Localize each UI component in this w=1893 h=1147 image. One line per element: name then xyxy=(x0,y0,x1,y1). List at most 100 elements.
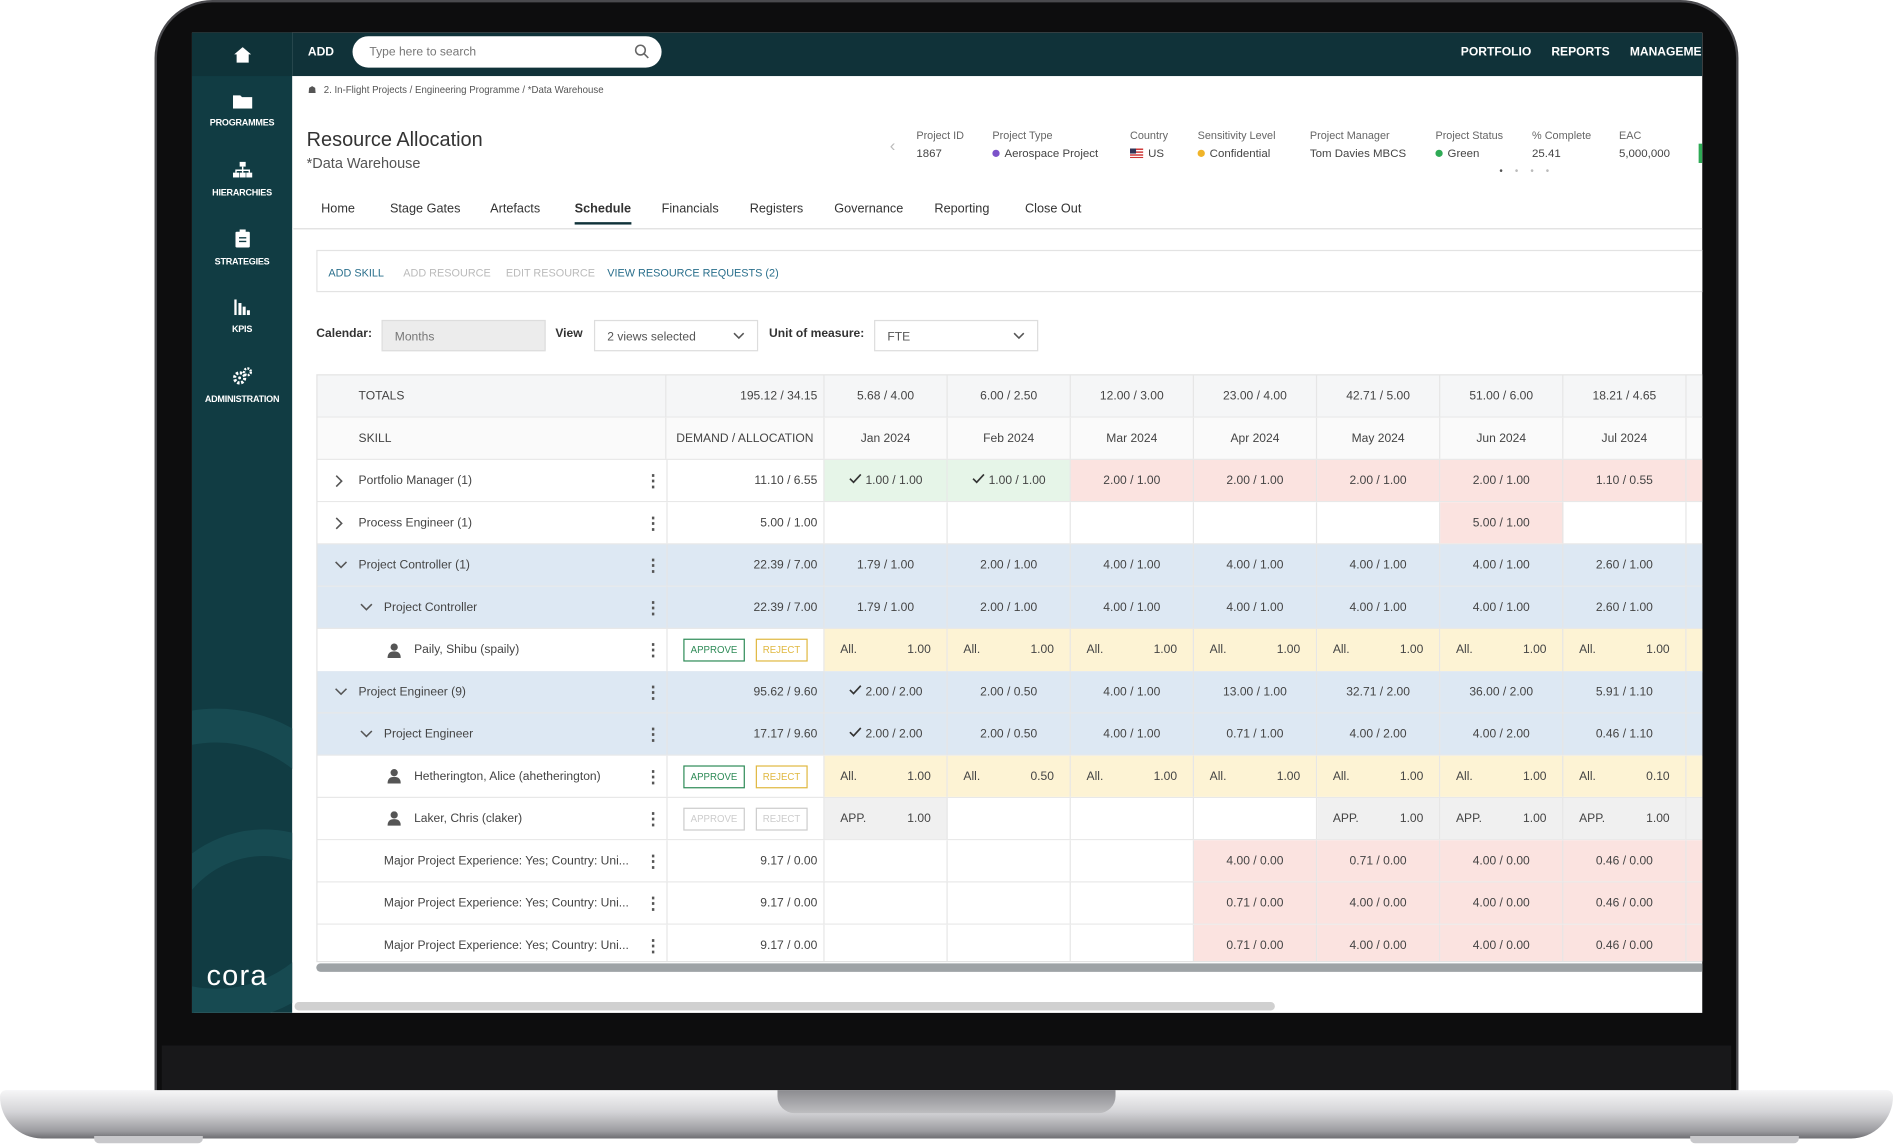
month-total: 5.68 / 4.00 xyxy=(825,375,948,417)
breadcrumb-text[interactable]: 2. In-Flight Projects / Engineering Prog… xyxy=(324,85,604,96)
month-cell: 0.46 / 0.00 xyxy=(1563,882,1687,924)
calendar-field[interactable]: Months xyxy=(381,319,546,352)
tab-schedule[interactable]: Schedule xyxy=(574,202,632,225)
allocation-value[interactable]: 1.00 xyxy=(1400,812,1424,825)
tab-stage-gates[interactable]: Stage Gates xyxy=(390,202,460,216)
allocation-value[interactable]: 1.00 xyxy=(907,812,931,825)
tab-governance[interactable]: Governance xyxy=(834,202,903,216)
skill-cell: Project Controller (1) ⋮ xyxy=(318,544,667,585)
approve-button[interactable]: APPROVE xyxy=(683,764,745,788)
kebab-menu-icon[interactable]: ⋮ xyxy=(645,840,662,881)
kebab-menu-icon[interactable]: ⋮ xyxy=(645,671,662,712)
home-button[interactable] xyxy=(191,32,293,77)
sidebar-item-administration[interactable]: ADMINISTRATION xyxy=(192,351,292,420)
allocation-value[interactable]: 0.10 xyxy=(1646,770,1670,783)
allocation-value[interactable]: 1.00 xyxy=(1400,643,1424,656)
view-select[interactable]: 2 views selected xyxy=(593,319,759,352)
demand-cell: 17.17 / 9.60 xyxy=(666,713,825,755)
allocation-value[interactable]: 1.00 xyxy=(907,643,931,656)
cell-value: 4.00 / 1.00 xyxy=(1349,600,1407,614)
kebab-menu-icon[interactable]: ⋮ xyxy=(645,925,662,961)
sidebar-item-kpis[interactable]: KPIS xyxy=(192,283,292,352)
allocation-value[interactable]: 1.00 xyxy=(1523,770,1547,783)
allocation-value[interactable]: 1.00 xyxy=(907,770,931,783)
allocation-value[interactable]: 1.00 xyxy=(1030,643,1054,656)
meta-prev-arrow[interactable]: ‹ xyxy=(890,135,896,154)
meta-label: Project Status xyxy=(1435,129,1504,142)
page-horizontal-scrollbar[interactable] xyxy=(294,1002,1275,1011)
tab-registers[interactable]: Registers xyxy=(750,202,804,216)
tab-reporting[interactable]: Reporting xyxy=(934,202,989,216)
allocation-value[interactable]: 1.00 xyxy=(1646,643,1670,656)
menu-portfolio[interactable]: PORTFOLIO xyxy=(1461,46,1531,59)
edit-resource-button[interactable]: EDIT RESOURCE xyxy=(506,267,595,279)
cell-value: 1.79 / 1.00 xyxy=(856,600,915,614)
skill-name: Laker, Chris (claker) xyxy=(414,811,523,826)
person-icon xyxy=(387,798,401,839)
sidebar-item-strategies[interactable]: STRATEGIES xyxy=(192,214,292,283)
cell-value: 1.00 / 1.00 xyxy=(865,473,923,488)
allocation-value[interactable]: 1.00 xyxy=(1277,770,1301,783)
menu-reports[interactable]: REPORTS xyxy=(1551,46,1609,59)
grid-horizontal-scrollbar[interactable] xyxy=(316,963,1703,972)
tab-home[interactable]: Home xyxy=(321,202,355,216)
month-cell: All. 0.10 xyxy=(1563,755,1687,797)
search-icon[interactable] xyxy=(634,43,650,59)
allocation-value[interactable]: 1.00 xyxy=(1154,643,1178,656)
add-resource-button[interactable]: ADD RESOURCE xyxy=(403,267,491,279)
kebab-menu-icon[interactable]: ⋮ xyxy=(645,544,662,585)
allocation-value[interactable]: 1.00 xyxy=(1523,643,1547,656)
tab-close-out[interactable]: Close Out xyxy=(1025,202,1081,216)
allocation-value[interactable]: 1.00 xyxy=(1646,812,1670,825)
cell-value: 2.00 / 0.50 xyxy=(980,685,1038,699)
add-skill-button[interactable]: ADD SKILL xyxy=(328,267,384,279)
month-cell: 2.00 / 2.00 xyxy=(825,671,948,713)
kebab-menu-icon[interactable]: ⋮ xyxy=(645,713,662,754)
view-resource-requests-button[interactable]: VIEW RESOURCE REQUESTS (2) xyxy=(607,267,778,279)
kebab-menu-icon[interactable]: ⋮ xyxy=(645,587,662,628)
chevron-down-icon[interactable] xyxy=(334,544,348,585)
sidebar-item-hierarchies[interactable]: HIERARCHIES xyxy=(192,145,292,214)
chevron-down-icon[interactable] xyxy=(360,587,373,628)
approve-button[interactable]: APPROVE xyxy=(683,807,745,830)
chevron-right-icon[interactable] xyxy=(334,502,344,543)
home-small-icon[interactable]: ☗ xyxy=(308,85,317,96)
kebab-menu-icon[interactable]: ⋮ xyxy=(645,756,662,797)
kebab-menu-icon[interactable]: ⋮ xyxy=(645,798,662,839)
kebab-menu-icon[interactable]: ⋮ xyxy=(645,883,662,924)
chevron-down-icon[interactable] xyxy=(360,713,373,754)
approve-button[interactable]: APPROVE xyxy=(683,638,745,662)
month-header: Mar 2024 xyxy=(1071,417,1194,459)
meta-pager-dots[interactable]: •••• xyxy=(1499,165,1561,176)
cell-value: 5.00 / 1.00 xyxy=(1472,516,1530,530)
reject-button[interactable]: REJECT xyxy=(755,764,808,788)
reject-button[interactable]: REJECT xyxy=(755,638,808,662)
sidebar-item-programmes[interactable]: PROGRAMMES xyxy=(192,76,292,145)
tab-financials[interactable]: Financials xyxy=(662,202,719,216)
month-header: Jul 2024 xyxy=(1563,417,1687,459)
cell-value: 4.00 / 0.00 xyxy=(1472,854,1530,868)
month-cell: APP. 1.00 xyxy=(1317,798,1441,840)
skill-cell: Hetherington, Alice (ahetherington) ⋮ xyxy=(318,756,667,797)
allocation-value[interactable]: 1.00 xyxy=(1400,770,1424,783)
kebab-menu-icon[interactable]: ⋮ xyxy=(645,502,662,543)
cell-value: 2.00 / 1.00 xyxy=(1472,473,1530,488)
add-button[interactable]: ADD xyxy=(308,46,334,59)
meta-project-manager: Project Manager Tom Davies MBCS xyxy=(1310,129,1406,160)
month-total: 42.71 / 5.00 xyxy=(1317,375,1441,417)
allocation-value[interactable]: 1.00 xyxy=(1154,770,1178,783)
demand-cell: 9.17 / 0.00 xyxy=(666,924,825,961)
skill-header: SKILL xyxy=(318,417,667,459)
tab-artefacts[interactable]: Artefacts xyxy=(490,202,540,216)
search-input[interactable]: Type here to search xyxy=(352,36,662,68)
chevron-right-icon[interactable] xyxy=(334,460,344,501)
allocation-value[interactable]: 1.00 xyxy=(1523,812,1547,825)
menu-management[interactable]: MANAGEMEN xyxy=(1630,46,1702,59)
kebab-menu-icon[interactable]: ⋮ xyxy=(645,460,662,501)
allocation-value[interactable]: 1.00 xyxy=(1277,643,1301,656)
allocation-value[interactable]: 0.50 xyxy=(1030,770,1054,783)
unit-of-measure-select[interactable]: FTE xyxy=(874,319,1039,352)
chevron-down-icon[interactable] xyxy=(334,671,348,712)
kebab-menu-icon[interactable]: ⋮ xyxy=(645,629,662,671)
reject-button[interactable]: REJECT xyxy=(755,807,808,830)
